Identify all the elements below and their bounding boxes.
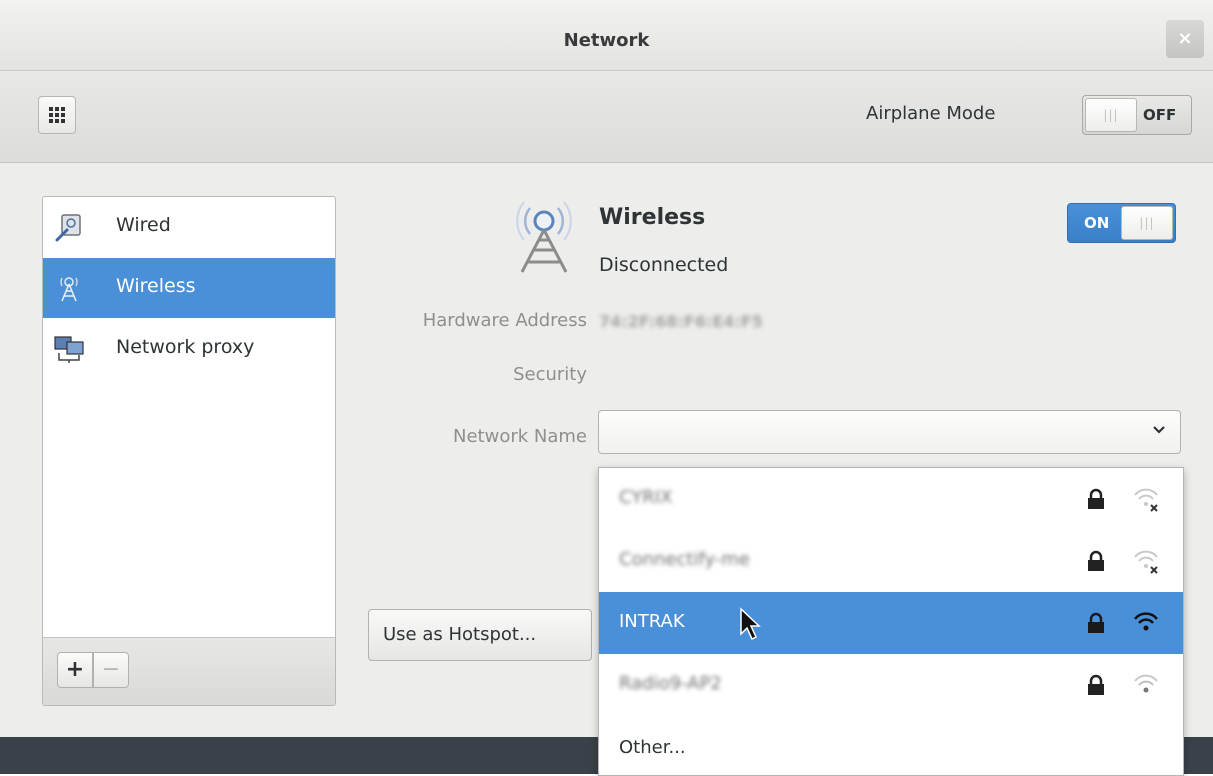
lock-icon	[1088, 612, 1104, 633]
remove-connection-button[interactable]: −	[93, 652, 129, 688]
wifi-excellent-signal-icon	[1134, 612, 1158, 631]
airplane-mode-label: Airplane Mode	[866, 103, 996, 124]
network-name-label: Network Name	[453, 426, 587, 447]
wireless-network-icon	[60, 277, 78, 302]
network-list-popup: CYRIX Connectify-me INTRAK Radio9-AP2 Ot…	[598, 467, 1184, 776]
lock-icon	[1088, 550, 1104, 571]
use-as-hotspot-button[interactable]: Use as Hotspot...	[368, 609, 592, 661]
all-settings-button[interactable]	[38, 96, 76, 134]
wifi-weak-signal-icon	[1134, 674, 1158, 693]
sidebar-item-label: Network proxy	[116, 336, 255, 358]
network-proxy-icon	[54, 336, 84, 363]
network-settings-window: Network × Airplane Mode ||| OFF Wired Wi…	[0, 0, 1213, 776]
security-label: Security	[513, 364, 587, 385]
switch-knob: |||	[1085, 98, 1137, 132]
sidebar-footer: + −	[43, 637, 335, 705]
wired-network-icon	[55, 214, 81, 242]
lock-icon	[1088, 488, 1104, 509]
grid-icon	[49, 107, 53, 111]
mouse-pointer-icon	[740, 607, 761, 641]
wifi-no-signal-icon	[1134, 488, 1158, 512]
sidebar-item-network-proxy[interactable]: Network proxy	[43, 319, 335, 379]
wireless-switch-state: ON	[1084, 214, 1110, 232]
wifi-no-signal-icon	[1134, 550, 1158, 574]
device-name: Wireless	[599, 205, 706, 230]
other-network-label: Other...	[619, 737, 686, 758]
sidebar-item-wireless[interactable]: Wireless	[43, 258, 335, 318]
sidebar-item-label: Wired	[116, 214, 171, 236]
network-name: Radio9-AP2	[619, 673, 722, 694]
network-item[interactable]: Radio9-AP2	[599, 654, 1183, 716]
sidebar-item-wired[interactable]: Wired	[43, 197, 335, 257]
network-name-dropdown[interactable]	[598, 410, 1181, 454]
network-item[interactable]: Connectify-me	[599, 530, 1183, 592]
network-name: Connectify-me	[619, 549, 750, 570]
other-network-item[interactable]: Other...	[599, 718, 1183, 775]
lock-icon	[1088, 674, 1104, 695]
wireless-power-switch[interactable]: ON |||	[1067, 203, 1176, 243]
switch-knob: |||	[1121, 206, 1173, 240]
device-status: Disconnected	[599, 254, 729, 276]
network-name: INTRAK	[619, 611, 685, 632]
hardware-address-label: Hardware Address	[422, 310, 587, 331]
sidebar-item-label: Wireless	[116, 275, 196, 297]
network-item-selected[interactable]: INTRAK	[599, 592, 1183, 654]
titlebar: Network ×	[0, 0, 1213, 71]
hardware-address-value: 74:2F:68:F6:E4:F5	[599, 312, 763, 331]
toolbar: Airplane Mode ||| OFF	[0, 71, 1213, 163]
airplane-mode-switch[interactable]: ||| OFF	[1082, 95, 1192, 135]
wireless-device-icon	[516, 201, 572, 273]
device-list: Wired Wireless Network proxy + −	[42, 196, 336, 706]
airplane-mode-state: OFF	[1143, 106, 1177, 124]
window-title: Network	[563, 30, 650, 51]
chevron-down-icon	[1153, 426, 1165, 434]
add-connection-button[interactable]: +	[57, 652, 93, 688]
close-button[interactable]: ×	[1166, 20, 1204, 58]
network-name: CYRIX	[619, 487, 673, 508]
network-item[interactable]: CYRIX	[599, 468, 1183, 530]
